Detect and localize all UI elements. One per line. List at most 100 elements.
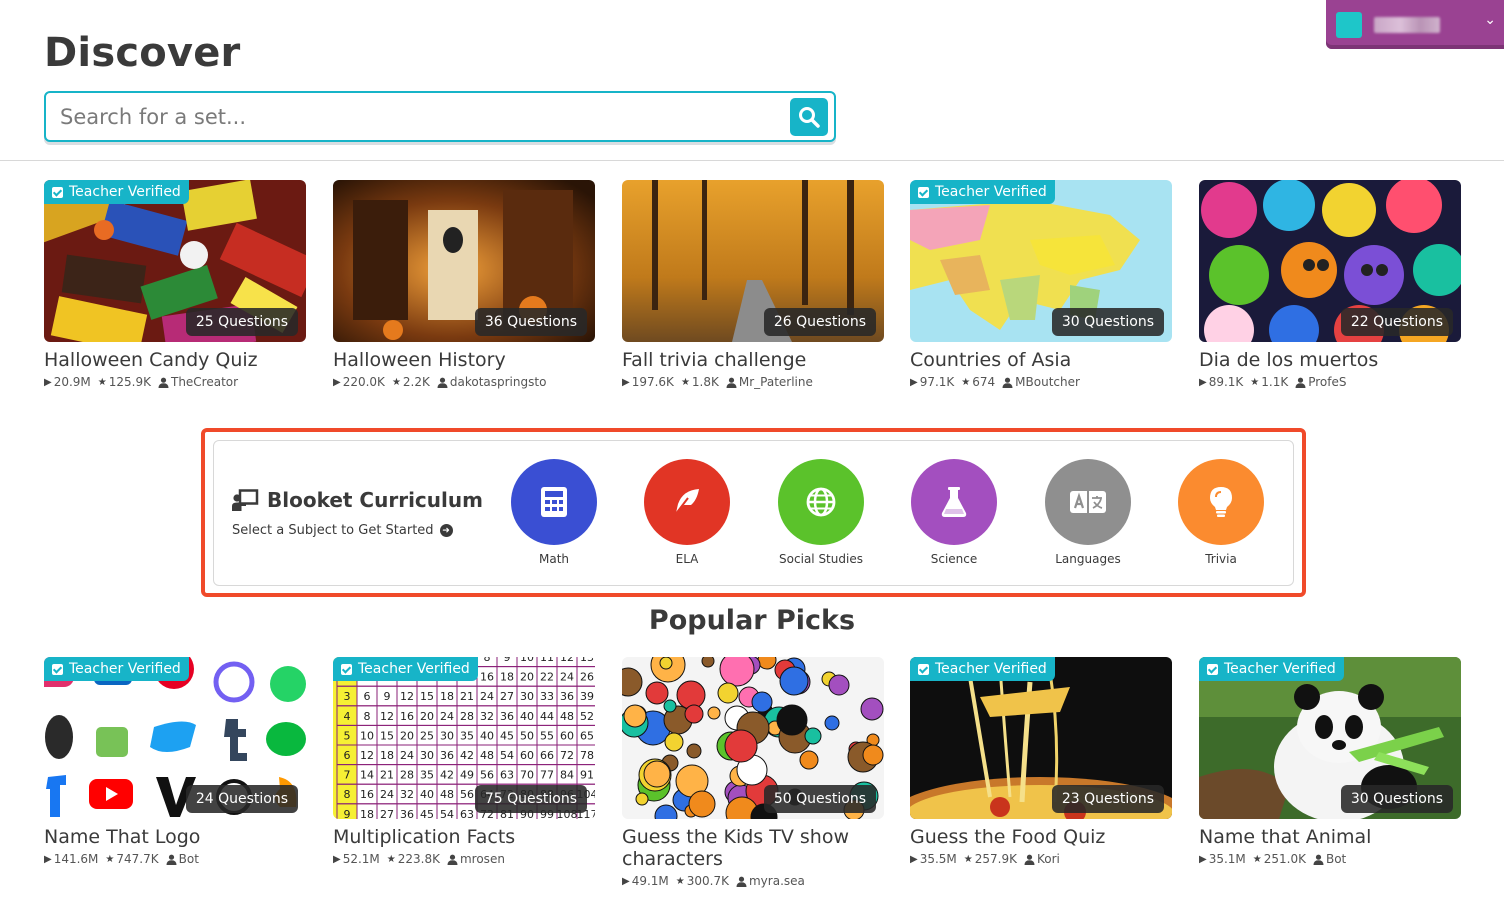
set-title[interactable]: Name that Animal (1199, 826, 1461, 848)
svg-text:7: 7 (344, 769, 351, 782)
svg-text:18: 18 (440, 690, 454, 703)
play-icon: ▶ (44, 376, 52, 388)
subject-languages[interactable]: Languages (1033, 459, 1143, 566)
svg-text:11: 11 (540, 657, 554, 664)
svg-text:9: 9 (504, 657, 511, 664)
subject-label: Social Studies (779, 552, 863, 566)
svg-text:54: 54 (500, 749, 514, 762)
set-card[interactable]: Teacher Verified 30 Questions Countries … (910, 180, 1172, 389)
svg-text:45: 45 (420, 808, 434, 819)
svg-text:16: 16 (400, 710, 414, 723)
play-icon: ▶ (1199, 376, 1207, 388)
flask-icon (941, 487, 967, 517)
svg-text:16: 16 (360, 788, 374, 801)
page-title: Discover (44, 30, 241, 76)
user-menu[interactable]: ⌄ (1326, 0, 1504, 49)
play-icon: ▶ (1199, 853, 1207, 865)
set-title[interactable]: Name That Logo (44, 826, 306, 848)
svg-text:24: 24 (400, 749, 414, 762)
subject-ela[interactable]: ELA (632, 459, 742, 566)
set-card[interactable]: 26 Questions Fall trivia challenge ▶ 197.… (622, 180, 884, 389)
svg-text:18: 18 (500, 671, 514, 684)
svg-text:40: 40 (520, 710, 534, 723)
curriculum-title: Blooket Curriculum (232, 488, 483, 512)
search-input[interactable] (60, 93, 780, 140)
curriculum-subtitle[interactable]: Select a Subject to Get Started ➜ (232, 523, 453, 538)
set-stats: ▶ 220.0K ★ 2.2K dakotaspringsto (333, 375, 547, 389)
check-icon (341, 663, 352, 675)
svg-text:12: 12 (400, 690, 414, 703)
set-card[interactable]: 1234567891011121324681012141618202224263… (333, 657, 595, 866)
subject-circle[interactable] (911, 459, 997, 545)
svg-text:24: 24 (380, 788, 394, 801)
svg-text:8: 8 (484, 657, 491, 664)
svg-text:48: 48 (440, 788, 454, 801)
user-icon (1024, 854, 1035, 865)
arrow-right-circle-icon: ➜ (439, 524, 453, 537)
question-count: 23 Questions (1051, 785, 1164, 813)
subject-circle[interactable] (1045, 459, 1131, 545)
svg-text:25: 25 (420, 729, 434, 742)
svg-text:12: 12 (560, 657, 574, 664)
set-title[interactable]: Halloween Candy Quiz (44, 349, 306, 371)
subject-circle[interactable] (644, 459, 730, 545)
set-title[interactable]: Guess the Kids TV show characters (622, 826, 884, 870)
set-card[interactable]: Teacher Verified 30 Questions Name that … (1199, 657, 1461, 866)
svg-text:24: 24 (480, 690, 494, 703)
svg-text:36: 36 (500, 710, 514, 723)
subject-science[interactable]: Science (899, 459, 1009, 566)
teacher-verified-badge: Teacher Verified (910, 180, 1055, 204)
search-button[interactable] (790, 98, 828, 136)
question-count: 25 Questions (185, 308, 298, 336)
subject-circle[interactable] (1178, 459, 1264, 545)
set-title[interactable]: Dia de los muertos (1199, 349, 1461, 371)
set-title[interactable]: Guess the Food Quiz (910, 826, 1172, 848)
svg-text:14: 14 (360, 769, 374, 782)
svg-text:4: 4 (344, 710, 351, 723)
subject-circle[interactable] (511, 459, 597, 545)
subject-label: Languages (1055, 552, 1121, 566)
svg-text:36: 36 (560, 690, 574, 703)
teacher-verified-badge: Teacher Verified (44, 180, 189, 204)
subject-circle[interactable] (778, 459, 864, 545)
svg-text:24: 24 (440, 710, 454, 723)
set-card[interactable]: 50 Questions Guess the Kids TV show char… (622, 657, 884, 888)
teacher-verified-badge: Teacher Verified (44, 657, 189, 681)
svg-text:15: 15 (420, 690, 434, 703)
set-card[interactable]: 36 Questions Halloween History ▶ 220.0K ★… (333, 180, 595, 389)
set-stats: ▶ 49.1M ★ 300.7K myra.sea (622, 874, 805, 888)
check-icon (1207, 663, 1218, 675)
set-card[interactable]: 22 Questions Dia de los muertos ▶ 89.1K ★… (1199, 180, 1461, 389)
subject-trivia[interactable]: Trivia (1166, 459, 1276, 566)
set-card[interactable]: Teacher Verified 24 Questions Name That … (44, 657, 306, 866)
svg-text:21: 21 (460, 690, 474, 703)
play-icon: ▶ (333, 853, 341, 865)
svg-text:65: 65 (580, 729, 594, 742)
svg-text:22: 22 (540, 671, 554, 684)
curriculum-panel: Blooket Curriculum Select a Subject to G… (213, 440, 1294, 586)
subject-label: ELA (675, 552, 699, 566)
header-divider (0, 160, 1504, 161)
svg-text:12: 12 (380, 710, 394, 723)
chevron-down-icon[interactable]: ⌄ (1484, 12, 1496, 28)
set-title[interactable]: Countries of Asia (910, 349, 1172, 371)
set-card[interactable]: Teacher Verified 25 Questions Halloween … (44, 180, 306, 389)
set-title[interactable]: Multiplication Facts (333, 826, 595, 848)
set-card[interactable]: Teacher Verified 23 Questions Guess the … (910, 657, 1172, 866)
svg-text:60: 60 (560, 729, 574, 742)
svg-text:6: 6 (364, 690, 371, 703)
svg-text:36: 36 (400, 808, 414, 819)
svg-text:78: 78 (580, 749, 594, 762)
svg-text:42: 42 (460, 749, 474, 762)
set-stats: ▶ 35.1M ★ 251.0K Bot (1199, 852, 1347, 866)
set-title[interactable]: Fall trivia challenge (622, 349, 884, 371)
user-icon (1002, 377, 1013, 388)
set-stats: ▶ 52.1M ★ 223.8K mrosen (333, 852, 505, 866)
svg-text:18: 18 (380, 749, 394, 762)
set-title[interactable]: Halloween History (333, 349, 595, 371)
subject-social-studies[interactable]: Social Studies (766, 459, 876, 566)
user-icon (437, 377, 448, 388)
subject-math[interactable]: Math (499, 459, 609, 566)
user-icon (166, 854, 177, 865)
play-icon: ▶ (910, 376, 918, 388)
